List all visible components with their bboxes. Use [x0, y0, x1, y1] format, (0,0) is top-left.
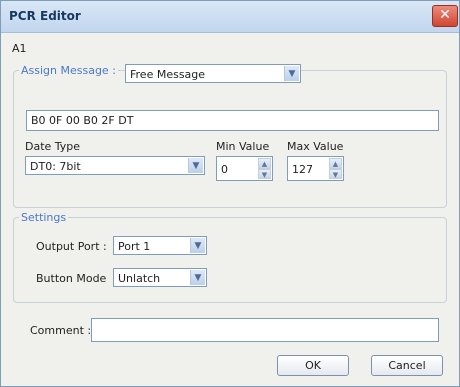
max-value: 127 [292, 163, 313, 176]
max-value-spinner[interactable]: 127 ▲ ▼ [287, 156, 344, 181]
min-value-spinner[interactable]: 0 ▲ ▼ [216, 156, 273, 181]
button-mode-label: Button Mode [36, 272, 107, 285]
spinner-up-icon[interactable]: ▲ [329, 158, 342, 169]
close-icon[interactable]: ✕ [432, 5, 458, 27]
chevron-down-icon[interactable]: ▼ [188, 158, 203, 173]
max-value-label: Max Value [287, 140, 344, 153]
pcr-editor-window: PCR Editor ✕ A1 Assign Message : Free Me… [0, 0, 460, 387]
spinner-buttons: ▲ ▼ [329, 158, 342, 179]
title-bar: PCR Editor ✕ [1, 1, 459, 33]
spinner-buttons: ▲ ▼ [258, 158, 271, 179]
message-input[interactable]: B0 0F 00 B0 2F DT [26, 110, 439, 131]
spinner-down-icon[interactable]: ▼ [258, 168, 271, 179]
assign-message-group [13, 70, 447, 208]
output-port-select[interactable]: Port 1 ▼ [113, 236, 207, 255]
date-type-select[interactable]: DT0: 7bit ▼ [25, 156, 205, 175]
comment-input[interactable] [91, 318, 439, 342]
min-value: 0 [221, 163, 228, 176]
output-port-value: Port 1 [118, 240, 151, 253]
button-mode-value: Unlatch [118, 272, 161, 285]
spinner-up-icon[interactable]: ▲ [258, 158, 271, 169]
header-label: A1 [12, 42, 27, 55]
window-title: PCR Editor [9, 9, 81, 23]
settings-title: Settings [19, 211, 69, 224]
chevron-down-icon[interactable]: ▼ [190, 238, 205, 253]
chevron-down-icon[interactable]: ▼ [284, 66, 299, 81]
assign-message-label: Assign Message : [19, 64, 118, 77]
settings-group [13, 217, 447, 303]
assign-message-select[interactable]: Free Message ▼ [125, 64, 301, 83]
comment-label: Comment : [30, 324, 92, 337]
output-port-label: Output Port : [36, 240, 107, 253]
date-type-value: DT0: 7bit [30, 160, 81, 173]
date-type-label: Date Type [25, 140, 81, 153]
min-value-label: Min Value [216, 140, 270, 153]
spinner-down-icon[interactable]: ▼ [329, 168, 342, 179]
cancel-button[interactable]: Cancel [371, 355, 443, 376]
chevron-down-icon[interactable]: ▼ [190, 270, 205, 285]
button-mode-select[interactable]: Unlatch ▼ [113, 268, 207, 287]
assign-message-value: Free Message [130, 68, 206, 81]
ok-button[interactable]: OK [277, 355, 349, 376]
